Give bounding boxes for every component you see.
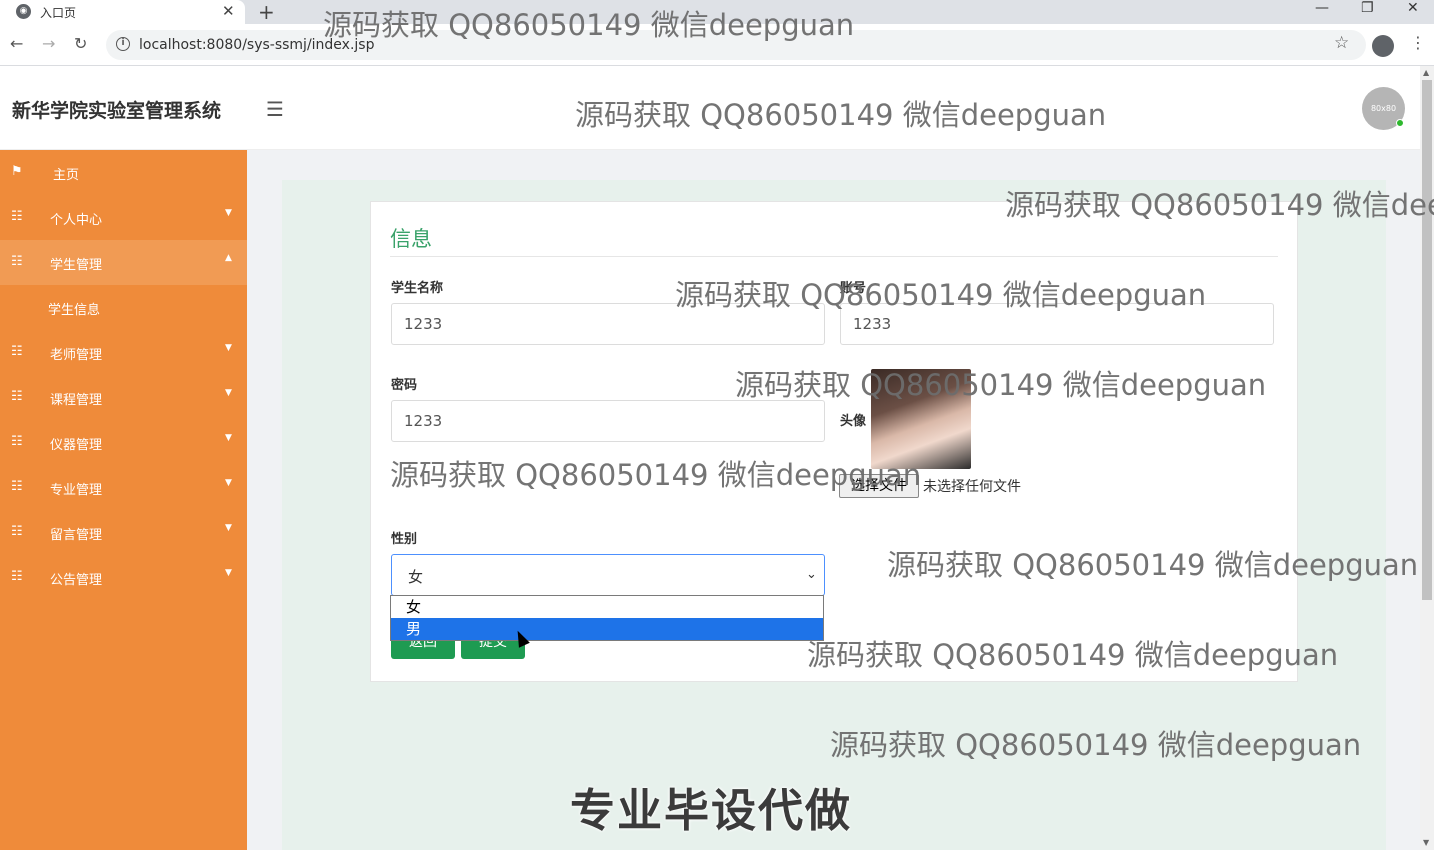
grid-icon: ☷ <box>11 389 23 404</box>
avatar-label: 头像 <box>840 414 867 429</box>
watermark: 源码获取 QQ86050149 微信deepguan <box>390 458 922 492</box>
sidebar-item-instrument-management[interactable]: ☷ 仪器管理 ▼ <box>0 420 247 465</box>
sidebar-item-label: 老师管理 <box>50 348 103 363</box>
globe-icon: ◉ <box>16 4 31 19</box>
bookmark-star-icon[interactable]: ☆ <box>1334 33 1349 53</box>
sidebar-item-label: 公告管理 <box>50 573 103 588</box>
gender-option-male[interactable]: 男 <box>391 618 823 640</box>
sidebar-item-student-management[interactable]: ☷ 学生管理 ▲ <box>0 240 247 285</box>
sidebar-item-label: 课程管理 <box>50 393 103 408</box>
restore-icon[interactable]: ❐ <box>1361 0 1374 16</box>
student-name-label: 学生名称 <box>391 281 444 296</box>
sidebar-item-label: 个人中心 <box>50 213 103 228</box>
scroll-thumb[interactable] <box>1422 80 1432 600</box>
caret-up-icon: ▲ <box>225 253 232 263</box>
flag-icon: ⚑ <box>11 164 23 179</box>
grid-icon: ☷ <box>11 344 23 359</box>
password-label: 密码 <box>391 378 418 393</box>
form-title: 信息 <box>390 227 432 251</box>
info-icon[interactable]: i <box>116 37 130 51</box>
minimize-icon[interactable]: — <box>1315 0 1329 16</box>
gender-dropdown-list: 女 男 <box>390 595 824 641</box>
sidebar-item-teacher-management[interactable]: ☷ 老师管理 ▼ <box>0 330 247 375</box>
scroll-up-icon[interactable]: ▲ <box>1423 68 1429 77</box>
file-status-text: 未选择任何文件 <box>923 479 1021 495</box>
profile-icon[interactable] <box>1372 35 1394 57</box>
grid-icon: ☷ <box>11 569 23 584</box>
sidebar-item-message-management[interactable]: ☷ 留言管理 ▼ <box>0 510 247 555</box>
gender-selected-value: 女 <box>408 568 424 586</box>
back-icon[interactable]: ← <box>10 34 23 53</box>
sidebar-item-notice-management[interactable]: ☷ 公告管理 ▼ <box>0 555 247 600</box>
grid-icon: ☷ <box>11 434 23 449</box>
watermark: 源码获取 QQ86050149 微信deepguan <box>323 8 855 42</box>
close-tab-icon[interactable]: ✕ <box>222 2 235 20</box>
caret-down-icon: ▼ <box>225 343 232 353</box>
watermark: 源码获取 QQ86050149 微信deepguan <box>887 548 1419 582</box>
sidebar-item-label: 仪器管理 <box>50 438 103 453</box>
close-window-icon[interactable]: ✕ <box>1407 0 1419 16</box>
sidebar: ⚑ 主页 ☷ 个人中心 ▼ ☷ 学生管理 ▲ 学生信息 ☷ 老师管理 ▼ ☷ 课… <box>0 150 247 850</box>
sidebar-item-label: 留言管理 <box>50 528 103 543</box>
grid-icon: ☷ <box>11 254 23 269</box>
reload-icon[interactable]: ↻ <box>74 34 87 53</box>
sidebar-item-home[interactable]: ⚑ 主页 <box>0 150 247 195</box>
sidebar-item-label: 主页 <box>53 168 80 183</box>
sidebar-subitem-student-info[interactable]: 学生信息 <box>48 299 100 318</box>
grid-icon: ☷ <box>11 524 23 539</box>
watermark: 源码获取 QQ86050149 微信deepguan <box>807 638 1339 672</box>
watermark: 源码获取 QQ86050149 微信deepguan <box>1005 188 1434 222</box>
app-title: 新华学院实验室管理系统 <box>12 100 222 122</box>
sidebar-item-personal-center[interactable]: ☷ 个人中心 ▼ <box>0 195 247 240</box>
caret-down-icon: ▼ <box>225 568 232 578</box>
watermark: 源码获取 QQ86050149 微信deepguan <box>830 728 1362 762</box>
forward-icon[interactable]: → <box>42 34 55 53</box>
gender-select[interactable]: 女 ⌄ <box>391 554 825 596</box>
gender-label: 性别 <box>391 532 418 547</box>
caret-down-icon: ▼ <box>225 208 232 218</box>
watermark-large: 专业毕设代做 <box>570 784 853 837</box>
grid-icon: ☷ <box>11 209 23 224</box>
caret-down-icon: ▼ <box>225 388 232 398</box>
browser-tab[interactable]: ◉ 入口页 ✕ <box>0 0 245 24</box>
sidebar-item-label: 学生管理 <box>50 258 103 273</box>
chevron-down-icon: ⌄ <box>806 567 817 582</box>
grid-icon: ☷ <box>11 479 23 494</box>
new-tab-icon[interactable]: + <box>258 0 275 24</box>
password-field[interactable]: 1233 <box>391 400 825 442</box>
watermark: 源码获取 QQ86050149 微信deepguan <box>675 278 1207 312</box>
sidebar-item-course-management[interactable]: ☷ 课程管理 ▼ <box>0 375 247 420</box>
caret-down-icon: ▼ <box>225 478 232 488</box>
scroll-down-icon[interactable]: ▼ <box>1423 838 1429 847</box>
caret-down-icon: ▼ <box>225 523 232 533</box>
hamburger-menu-icon[interactable]: ☰ <box>266 97 284 121</box>
sidebar-item-major-management[interactable]: ☷ 专业管理 ▼ <box>0 465 247 510</box>
gender-option-female[interactable]: 女 <box>391 596 823 618</box>
watermark: 源码获取 QQ86050149 微信deepguan <box>575 98 1107 132</box>
sidebar-item-label: 专业管理 <box>50 483 103 498</box>
caret-down-icon: ▼ <box>225 433 232 443</box>
watermark: 源码获取 QQ86050149 微信deepguan <box>735 368 1267 402</box>
tab-title: 入口页 <box>40 6 77 20</box>
divider <box>390 256 1278 257</box>
online-status-dot <box>1396 119 1404 127</box>
browser-menu-icon[interactable]: ⋮ <box>1410 33 1426 52</box>
